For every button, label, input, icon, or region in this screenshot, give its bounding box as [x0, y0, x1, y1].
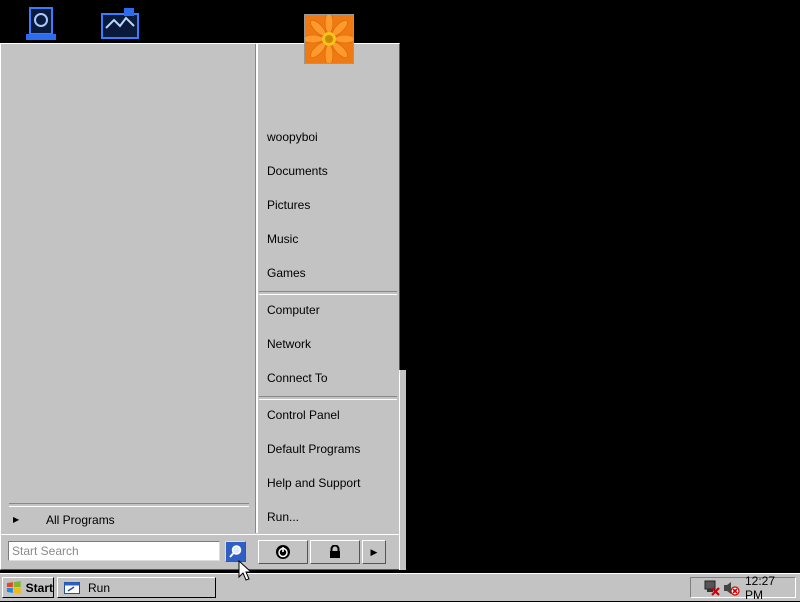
mouse-cursor-icon	[238, 560, 253, 581]
taskbar-run-label: Run	[88, 580, 111, 595]
programs-pane	[1, 44, 255, 532]
arrow-right-icon: ▶	[370, 546, 378, 557]
start-search-input[interactable]	[8, 541, 220, 561]
menu-item-music[interactable]: Music	[267, 230, 298, 248]
start-label: Start	[25, 580, 53, 595]
menu-item-control-panel[interactable]: Control Panel	[267, 406, 340, 424]
all-programs-separator	[9, 503, 249, 507]
places-pane	[258, 44, 399, 533]
network-disconnected-icon[interactable]	[703, 580, 721, 596]
search-button[interactable]	[225, 541, 246, 562]
flower-user-picture[interactable]	[304, 14, 354, 64]
triangle-right-icon: ▶	[13, 515, 20, 524]
search-icon	[229, 545, 242, 558]
menu-item-connect-to[interactable]: Connect To	[267, 369, 328, 387]
menu-item-network[interactable]: Network	[267, 335, 311, 353]
start-menu-bottom-bar: ▶	[1, 534, 399, 570]
flower-icon	[305, 15, 353, 63]
power-button[interactable]	[258, 540, 308, 564]
windows-logo-icon	[6, 580, 21, 594]
system-tray: 12:27 PM	[690, 574, 796, 602]
menu-separator	[259, 396, 397, 400]
menu-item-games[interactable]: Games	[267, 264, 306, 282]
recycle-bin-icon[interactable]	[22, 4, 62, 44]
menu-item-user[interactable]: woopyboi	[267, 128, 318, 146]
start-button[interactable]: Start	[2, 577, 54, 598]
menu-item-pictures[interactable]: Pictures	[267, 196, 310, 214]
menu-item-documents[interactable]: Documents	[267, 162, 328, 180]
taskbar: Start Run 12:27 PM	[0, 573, 800, 602]
all-programs-label: All Programs	[46, 513, 115, 527]
menu-item-computer[interactable]: Computer	[267, 301, 320, 319]
menu-edge-stub	[399, 370, 406, 570]
menu-separator	[259, 291, 397, 295]
network-icon[interactable]	[100, 4, 140, 44]
all-programs-item[interactable]: ▶ All Programs	[9, 510, 249, 530]
lock-icon	[330, 545, 340, 558]
lock-button[interactable]	[310, 540, 360, 564]
shutdown-options-button[interactable]: ▶	[362, 540, 386, 564]
taskbar-button-run[interactable]: Run	[57, 577, 216, 598]
run-window-icon	[64, 581, 80, 594]
volume-muted-icon[interactable]	[722, 580, 740, 596]
power-icon	[276, 545, 290, 559]
menu-item-default-programs[interactable]: Default Programs	[267, 440, 360, 458]
menu-item-run[interactable]: Run...	[267, 508, 299, 526]
clock[interactable]: 12:27 PM	[745, 574, 795, 602]
menu-item-help-and-support[interactable]: Help and Support	[267, 474, 360, 492]
